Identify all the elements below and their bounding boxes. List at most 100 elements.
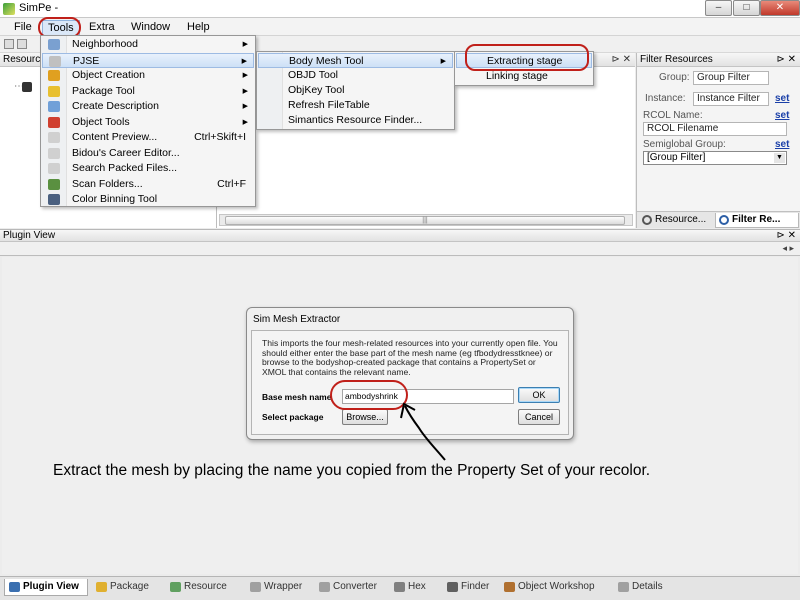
menu-item-tools-10[interactable]: Color Binning Tool [42,192,254,207]
menu-extra[interactable]: Extra [84,20,120,34]
bottom-tab-1[interactable]: Package [92,579,162,596]
menu-window[interactable]: Window [126,20,175,34]
menu-item-label: Object Tools [72,115,130,128]
bottom-tab-5[interactable]: Hex [390,579,440,596]
toolbar-grip-icon[interactable] [4,39,14,49]
title-bar: SimPe - – □ ✕ [0,0,800,18]
menu-item-tools-3[interactable]: Package Tool ▶ [42,84,254,99]
filter-panel-tabs: Resource... Filter Re... [637,211,800,228]
menu-item-label: Neighborhood [72,38,138,50]
pin-close-icons[interactable]: ⊳ ✕ [611,54,631,65]
scrollbar-thumb[interactable]: ||| [225,216,625,225]
minimize-button[interactable]: – [705,0,732,16]
menu-item-linking-stage[interactable]: Linking stage [456,69,592,84]
pin-close-icons[interactable]: ⊳ ✕ [776,230,796,242]
tab-label: Finder [461,581,490,592]
submenu-arrow-icon: ▶ [242,72,248,79]
bottom-tab-7[interactable]: Object Workshop [500,579,610,596]
tab-resource[interactable]: Resource... [639,213,713,228]
tab-label: Details [632,581,663,592]
group-filter-input[interactable]: Group Filter [693,71,769,85]
menu-item-label: Linking stage [486,70,548,82]
filter-panel-header: Filter Resources ⊳ ✕ [637,53,800,67]
menu-item-body-mesh-tool[interactable]: Body Mesh Tool ▶ [258,53,453,68]
tree-package-icon[interactable] [22,82,32,92]
bottom-tab-2[interactable]: Resource [166,579,242,596]
menu-item-label: Content Preview... [72,131,158,143]
menu-item-icon [48,116,60,128]
menu-item-tools-8[interactable]: Search Packed Files... [42,161,254,176]
tab-icon [250,582,261,592]
semiglobal-group-select[interactable]: [Group Filter] ▼ [643,151,787,165]
resource-tab-icon [642,215,652,225]
menu-item-icon [48,101,60,112]
bottom-tab-0[interactable]: Plugin View [4,579,88,596]
instance-set-link[interactable]: set [775,93,789,104]
close-button[interactable]: ✕ [760,0,800,16]
menu-item-tools-0[interactable]: Neighborhood ▶ [42,37,254,52]
maximize-button[interactable]: □ [733,0,760,16]
menu-item-tools-1[interactable]: PJSE ▶ [42,52,254,68]
toolbar-save-icon[interactable] [17,39,27,49]
menu-item-simantics-finder[interactable]: Simantics Resource Finder... [258,113,453,128]
pin-close-icons[interactable]: ⊳ ✕ [776,53,796,66]
menu-item-tools-4[interactable]: Create Description ▶ [42,99,254,114]
semiglobal-set-link[interactable]: set [775,139,789,150]
pjse-submenu: Body Mesh Tool ▶ OBJD Tool ObjKey Tool R… [256,51,455,130]
rcol-filename-input[interactable]: RCOL Filename [643,122,787,136]
menu-item-tools-6[interactable]: Content Preview... Ctrl+Skift+I [42,130,254,145]
menu-item-label: PJSE [73,54,100,67]
plugin-view-title: Plugin View [3,230,56,241]
menu-item-tools-7[interactable]: Bidou's Career Editor... [42,146,254,161]
tab-label: Converter [333,581,377,592]
menu-item-icon [48,194,60,205]
submenu-arrow-icon: ▶ [242,41,248,48]
menu-item-extracting-stage[interactable]: Extracting stage [456,53,592,68]
menu-item-shortcut: Ctrl+Skift+I [194,131,246,143]
menu-item-objd-tool[interactable]: OBJD Tool [258,68,453,83]
menu-help[interactable]: Help [182,20,215,34]
menu-item-label: Create Description [72,100,159,112]
menu-item-icon [48,39,60,50]
menu-item-tools-9[interactable]: Scan Folders... Ctrl+F [42,177,254,192]
annotation-arrow-icon [400,402,446,461]
chevron-down-icon[interactable]: ▼ [774,153,785,163]
window-title: SimPe - [19,2,59,14]
cancel-button[interactable]: Cancel [518,409,560,425]
tab-label: Wrapper [264,581,303,592]
instance-label: Instance: [645,93,686,104]
browse-button[interactable]: Browse... [342,409,388,425]
horizontal-scrollbar[interactable]: ||| [219,214,633,226]
tab-icon [618,582,629,592]
menu-item-icon [49,55,61,67]
menu-item-label: Body Mesh Tool [289,55,364,67]
bottom-tab-4[interactable]: Converter [315,579,387,596]
ok-button[interactable]: OK [518,387,560,403]
menu-item-icon [48,178,60,190]
menu-tools[interactable]: Tools [42,20,80,36]
rcol-set-link[interactable]: set [775,110,789,121]
dialog-title: Sim Mesh Extractor [253,314,341,325]
bottom-tab-8[interactable]: Details [614,579,674,596]
menu-item-tools-2[interactable]: Object Creation ▶ [42,68,254,83]
menu-item-label: ObjKey Tool [288,84,345,96]
menu-item-objkey-tool[interactable]: ObjKey Tool [258,83,453,98]
bottom-tab-6[interactable]: Finder [443,579,497,596]
tab-label: Object Workshop [518,581,595,592]
rcol-label: RCOL Name: [643,110,703,121]
menu-item-label: Object Creation [72,69,145,81]
tab-scroll-arrows[interactable]: ◂ ▸ [782,243,794,254]
tab-icon [9,582,20,592]
menu-item-refresh-filetable[interactable]: Refresh FileTable [258,98,453,113]
menu-item-label: Scan Folders... [72,177,143,190]
plugin-view-subbar: ◂ ▸ [0,242,800,256]
select-package-label: Select package [262,412,324,422]
instance-filter-input[interactable]: Instance Filter [693,92,769,106]
menu-file[interactable]: File [9,20,37,34]
tab-icon [447,582,458,592]
tab-filter[interactable]: Filter Re... [715,213,799,228]
submenu-arrow-icon: ▶ [241,57,247,65]
menu-item-icon [48,147,60,159]
menu-item-tools-5[interactable]: Object Tools ▶ [42,115,254,130]
bottom-tab-3[interactable]: Wrapper [246,579,312,596]
